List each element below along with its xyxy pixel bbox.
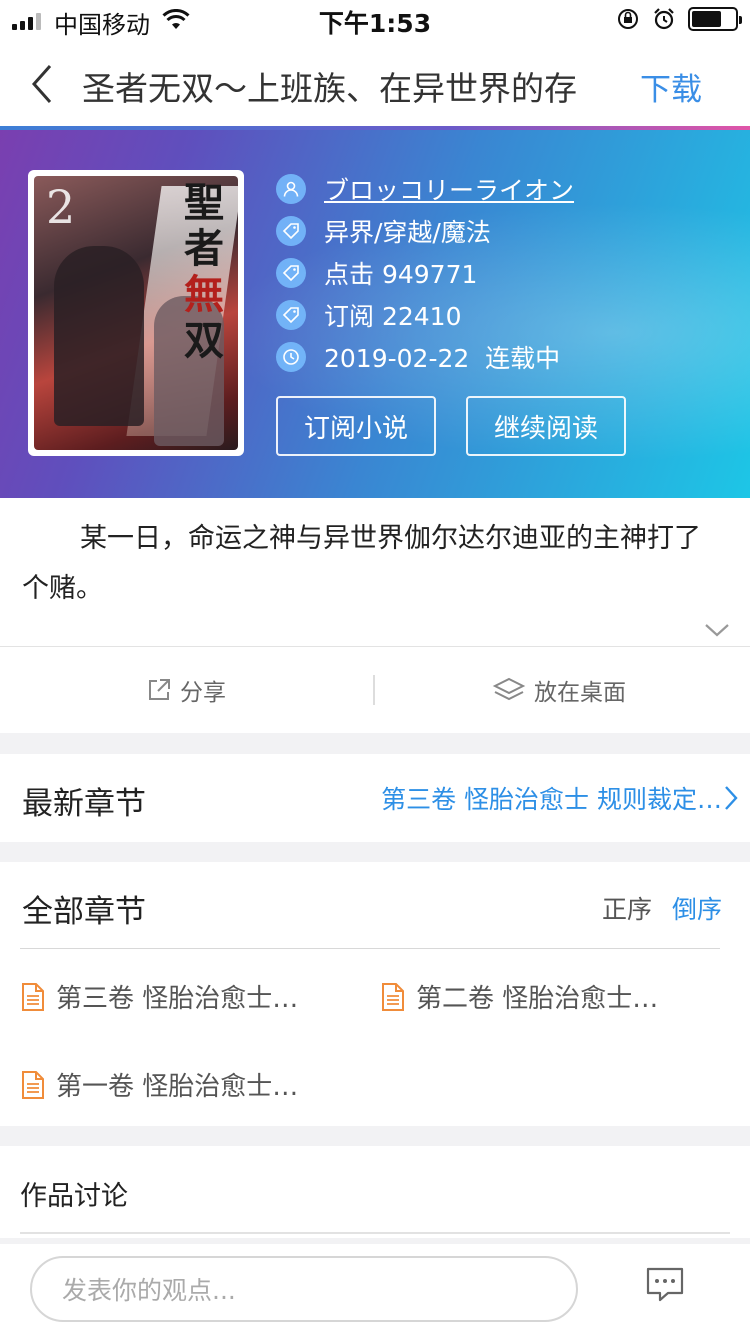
section-divider [20,1232,730,1234]
discussion-title: 作品讨论 [20,1181,128,1212]
tag-icon [276,300,306,330]
nav-bar: 圣者无双～上班族、在异世界的存 下载 [0,40,750,128]
book-info: ブロッコリーライオン 异界/穿越/魔法 点击 949771 订阅 22410 2… [276,168,574,378]
cover-art: 2 聖 者 無 双 [34,176,238,450]
rotation-lock-icon [618,9,638,29]
author-link[interactable]: ブロッコリーライオン [324,171,574,207]
back-button[interactable] [22,60,62,108]
tag-icon [276,258,306,288]
book-tags: 异界/穿越/魔法 [324,218,491,247]
status-bar: 中国移动 下午1:53 [0,0,750,40]
layers-icon [492,677,526,701]
book-header: 2 聖 者 無 双 ブロッコリーライオン 异界/穿越/魔法 点击 949771 … [0,130,750,498]
comment-bar: 发表你的观点... [0,1244,750,1334]
tag-icon [276,216,306,246]
desktop-label: 放在桌面 [534,680,626,706]
document-icon [22,982,44,1011]
all-chapters-section: 全部章节 正序 倒序 第三卷 怪胎治愈士… 第二卷 怪胎治愈士… 第一卷 怪胎治… [0,862,750,1126]
alarm-icon [654,8,674,30]
tags-row: 异界/穿越/魔法 [276,210,574,252]
latest-chapter-name: 第三卷 怪胎治愈士 规则裁定… [381,785,722,814]
sort-descending-button[interactable]: 倒序 [672,890,722,926]
chapter-item[interactable]: 第三卷 怪胎治愈士… [20,978,298,1015]
chapter-label: 第二卷 怪胎治愈士… [416,984,659,1014]
chapter-label: 第三卷 怪胎治愈士… [56,984,299,1014]
document-icon [382,982,404,1011]
subscription-count: 订阅 22410 [324,302,462,331]
sort-toggle: 正序 倒序 [602,890,722,926]
comment-input[interactable]: 发表你的观点... [30,1256,578,1322]
continue-reading-button[interactable]: 继续阅读 [466,396,626,456]
share-icon [149,679,170,700]
book-cover[interactable]: 2 聖 者 無 双 [28,170,244,456]
share-button[interactable]: 分享 [146,673,226,707]
author-row[interactable]: ブロッコリーライオン [276,168,574,210]
chevron-down-icon[interactable] [704,622,730,638]
action-divider [373,675,375,705]
back-icon [31,65,52,103]
update-row: 2019-02-22 连载中 [276,336,574,378]
battery-icon [688,7,742,31]
book-description[interactable]: 某一日，命运之神与异世界伽尔达尔迪亚的主神打了个赌。 [0,498,750,646]
share-label: 分享 [180,680,226,706]
clock-icon [276,342,306,372]
section-divider [20,948,720,949]
click-count: 点击 949771 [324,260,478,289]
latest-chapter-row[interactable]: 最新章节 第三卷 怪胎治愈士 规则裁定… [0,754,750,842]
chapter-item[interactable]: 第一卷 怪胎治愈士… [20,1066,298,1103]
add-to-desktop-button[interactable]: 放在桌面 [492,673,626,707]
page-title: 圣者无双～上班族、在异世界的存 [82,69,577,108]
chapter-label: 第一卷 怪胎治愈士… [56,1072,299,1102]
discussion-section: 作品讨论 [0,1146,750,1238]
cover-title: 聖 者 無 双 [184,179,224,364]
cover-volume: 2 [46,180,76,234]
chapter-item[interactable]: 第二卷 怪胎治愈士… [380,978,658,1015]
latest-chapter-link[interactable]: 第三卷 怪胎治愈士 规则裁定… [381,780,740,816]
update-status: 2019-02-22 连载中 [324,344,561,373]
download-button[interactable]: 下载 [640,64,702,109]
document-icon [22,1070,44,1099]
action-row: 分享 放在桌面 [0,647,750,733]
latest-chapter-title: 最新章节 [22,786,146,822]
subscriptions-row: 订阅 22410 [276,294,574,336]
user-icon [276,174,306,204]
sort-ascending-button[interactable]: 正序 [602,890,652,926]
comment-icon[interactable] [644,1266,686,1304]
subscribe-button[interactable]: 订阅小说 [276,396,436,456]
clicks-row: 点击 949771 [276,252,574,294]
description-text: 某一日，命运之神与异世界伽尔达尔迪亚的主神打了个赌。 [22,523,701,604]
chevron-right-icon [725,786,738,810]
all-chapters-title: 全部章节 [22,894,146,930]
